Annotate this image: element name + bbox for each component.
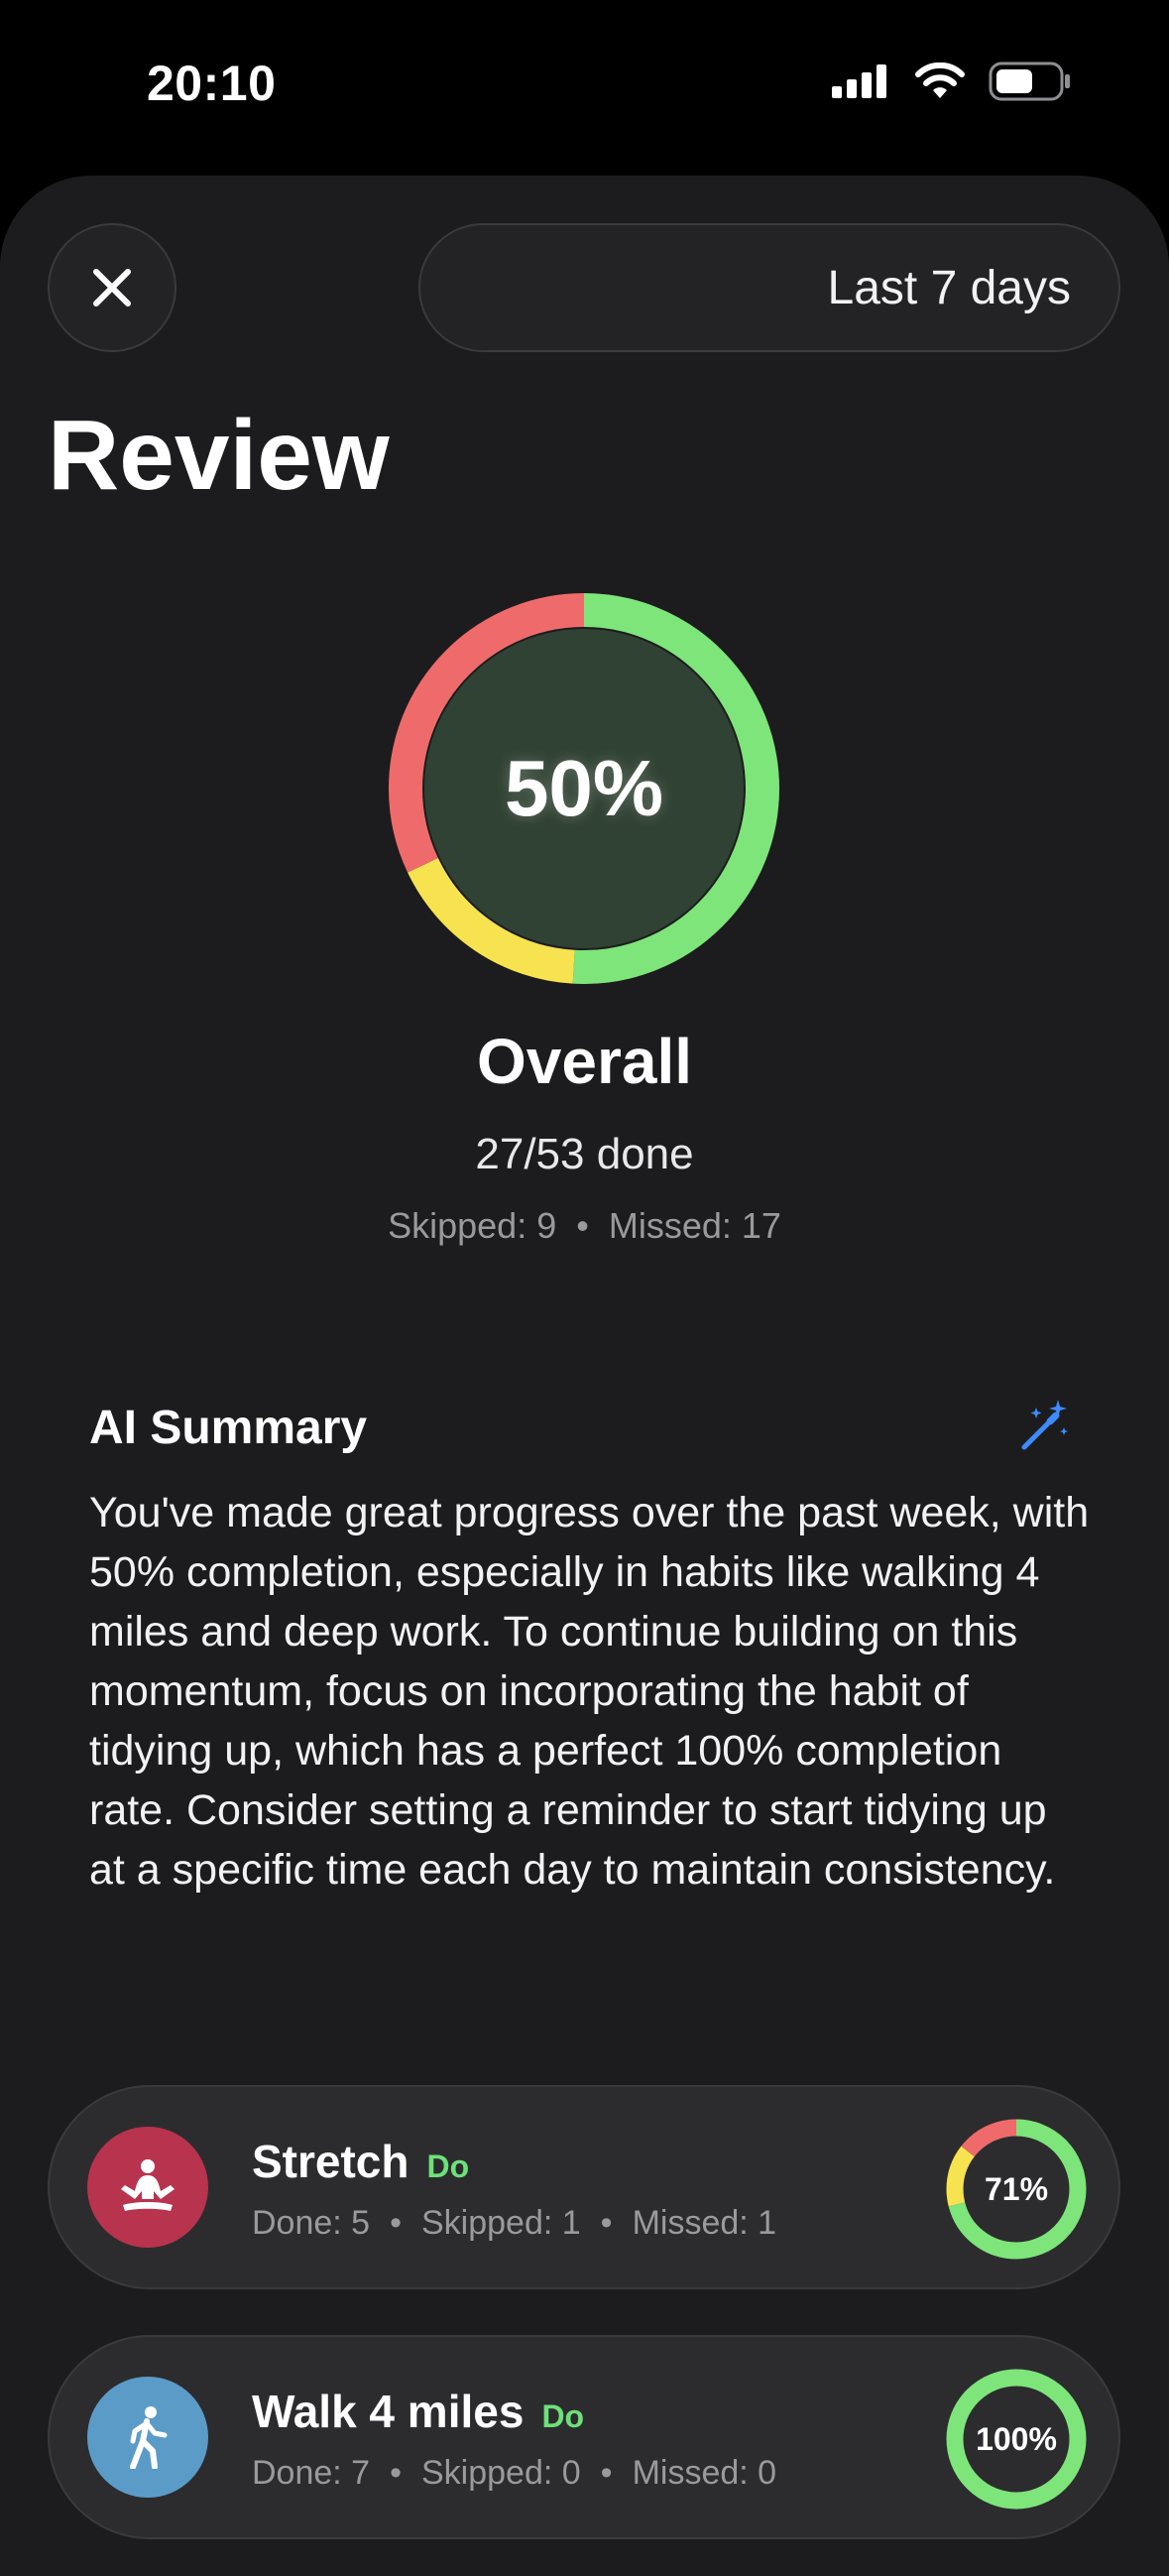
separator-dot: • [576,1205,589,1246]
wifi-icon [915,62,965,98]
habit-percent: 71% [984,2170,1049,2207]
overall-breakdown: Skipped: 9 • Missed: 17 [0,1205,1169,1247]
habit-title: Walk 4 miles [252,2386,525,2437]
habit-progress-ring: 100% [944,2367,1089,2512]
habit-type-tag: Do [426,2148,470,2184]
close-button[interactable] [48,223,176,352]
habit-missed: Missed: 1 [632,2204,777,2242]
overall-title: Overall [476,1026,693,1097]
habit-card-walk[interactable]: Walk 4 miles Do Done: 7 • Skipped: 0 • Missed… [48,2335,1120,2539]
habit-progress-ring: 71% [944,2117,1089,2262]
page-title: Review [48,400,390,511]
ai-summary-regenerate-button[interactable] [1016,1398,1072,1458]
habit-stats: Done: 5 • Skipped: 1 • Missed: 1 [252,2204,776,2243]
separator-dot: • [390,2204,402,2242]
habit-missed: Missed: 0 [632,2454,777,2492]
walking-icon [130,2406,168,2469]
close-icon [93,269,131,307]
status-icons [832,61,1072,101]
ai-summary-text: You've made great progress over the past… [89,1489,1090,1894]
separator-dot: • [390,2454,402,2492]
habit-stats: Done: 7 • Skipped: 0 • Missed: 0 [252,2454,776,2493]
overall-missed: Missed: 17 [608,1205,781,1246]
ai-summary-title: AI Summary [89,1402,368,1454]
status-time: 20:10 [147,56,277,111]
date-range-selector[interactable]: Last 7 days [418,223,1120,352]
separator-dot: • [600,2204,613,2242]
habit-card-stretch[interactable]: Stretch Do Done: 5 • Skipped: 1 • Missed: 1 7… [48,2085,1120,2289]
battery-icon [989,61,1070,101]
date-range-label: Last 7 days [827,261,1071,314]
overall-skipped: Skipped: 9 [388,1205,557,1246]
overall-progress-ring: 50% [383,587,785,990]
habit-name: Walk 4 miles Do [252,2385,584,2438]
review-sheet: Last 7 days Review 50% Overall 27/53 don… [0,176,1169,2576]
habit-done: Done: 5 [252,2204,371,2242]
overall-percent: 50% [504,744,664,832]
habit-title: Stretch [252,2136,409,2187]
habit-name: Stretch Do [252,2135,469,2188]
separator-dot: • [600,2454,613,2492]
meditation-icon [121,2159,175,2211]
cellular-signal-icon [832,64,886,98]
habit-skipped: Skipped: 1 [421,2204,581,2242]
habit-skipped: Skipped: 0 [421,2454,581,2492]
habit-icon-badge [87,2377,208,2498]
habit-icon-badge [87,2127,208,2248]
magic-wand-sparkles-icon [1021,1400,1068,1450]
habit-done: Done: 7 [252,2454,371,2492]
habit-percent: 100% [976,2420,1057,2457]
habit-type-tag: Do [541,2398,585,2434]
overall-done-count: 27/53 done [475,1130,694,1178]
status-bar: 20:10 [0,0,1169,174]
